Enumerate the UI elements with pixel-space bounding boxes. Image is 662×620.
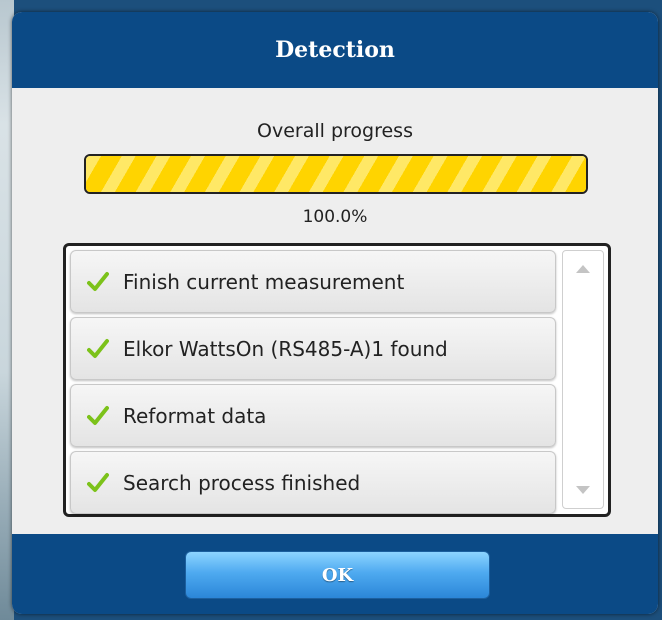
- task-label: Elkor WattsOn (RS485-A)1 found: [123, 336, 448, 361]
- task-item-search-finished: Search process finished: [70, 451, 556, 514]
- overall-progress-bar: [84, 154, 588, 194]
- task-label: Reformat data: [123, 403, 267, 428]
- check-icon: [87, 405, 109, 425]
- task-label: Search process finished: [123, 470, 361, 495]
- progress-percent: 100.0%: [302, 207, 368, 227]
- check-icon: [87, 271, 109, 291]
- progress-label: Overall progress: [257, 120, 413, 142]
- check-icon: [87, 338, 109, 358]
- task-list-scrollbar[interactable]: [562, 250, 604, 509]
- task-item-device-found: Elkor WattsOn (RS485-A)1 found: [70, 317, 556, 380]
- detection-dialog: Detection Overall progress 100.0% Finish…: [12, 12, 658, 614]
- scroll-up-arrow-icon[interactable]: [563, 259, 603, 279]
- task-label: Finish current measurement: [123, 269, 405, 294]
- task-item-finish-measurement: Finish current measurement: [70, 250, 556, 313]
- ok-button[interactable]: OK: [185, 551, 490, 599]
- dialog-footer: OK: [12, 534, 658, 614]
- scroll-down-arrow-icon[interactable]: [563, 480, 603, 500]
- check-icon: [87, 472, 109, 492]
- dialog-header: Detection: [12, 12, 658, 88]
- task-item-reformat-data: Reformat data: [70, 384, 556, 447]
- task-list: Finish current measurement Elkor WattsOn…: [63, 243, 611, 517]
- dialog-title: Detection: [275, 37, 395, 63]
- progress-fill: [86, 156, 586, 192]
